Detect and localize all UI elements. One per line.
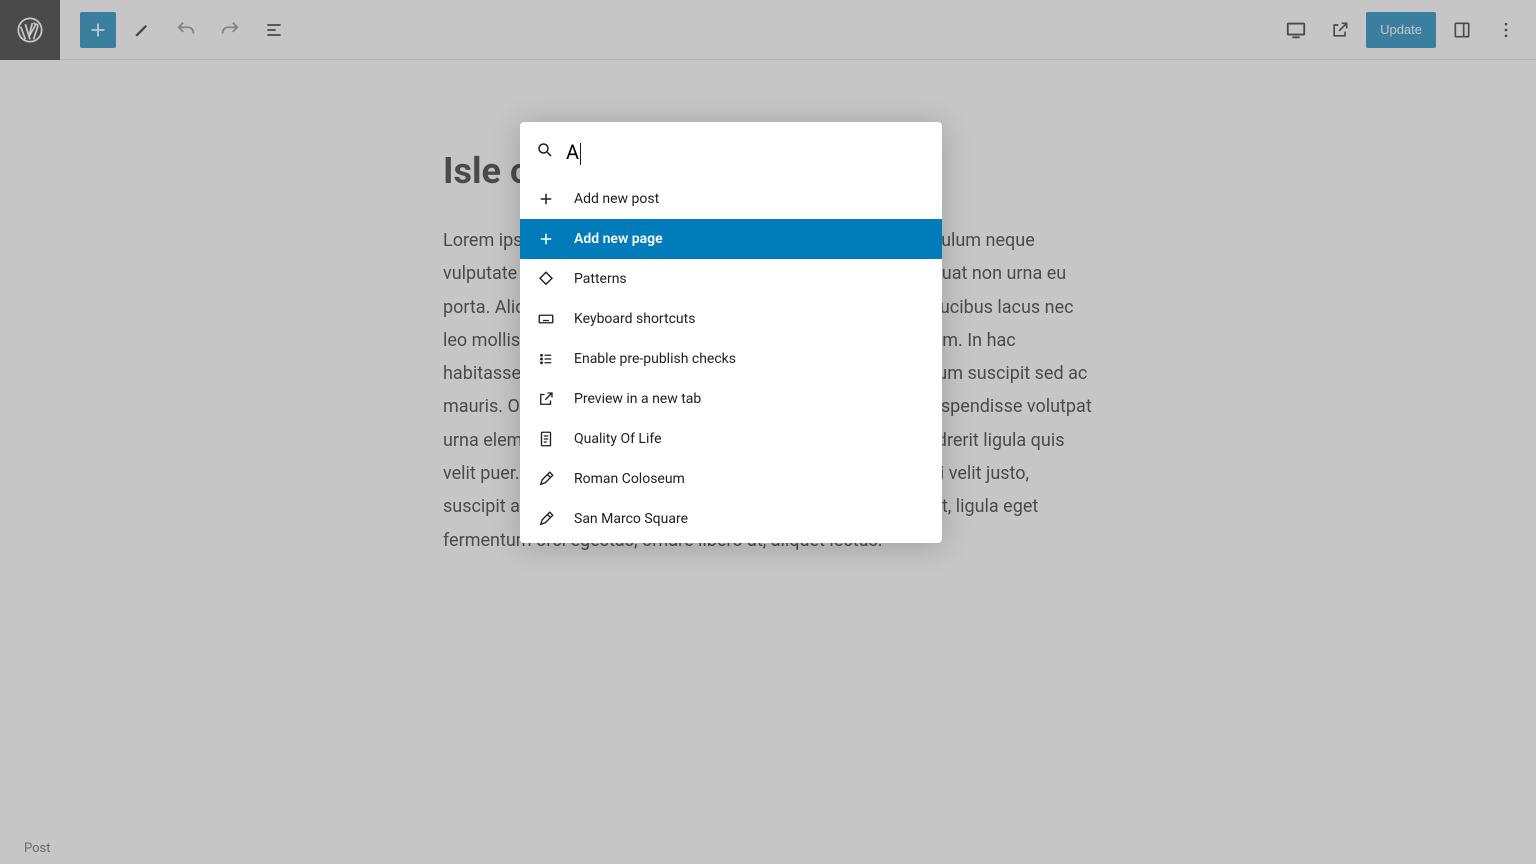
search-value-text: A <box>566 140 579 164</box>
external-icon <box>536 389 556 409</box>
preview-external-button[interactable] <box>1322 12 1358 48</box>
wordpress-logo[interactable] <box>0 0 60 60</box>
post-icon <box>536 509 556 529</box>
command-item-enable-pre-publish-checks[interactable]: Enable pre-publish checks <box>520 339 942 379</box>
command-item-label: Keyboard shortcuts <box>574 311 695 327</box>
command-item-add-new-page[interactable]: Add new page <box>520 219 942 259</box>
command-item-label: Quality Of Life <box>574 431 662 447</box>
post-icon <box>536 469 556 489</box>
tools-button[interactable] <box>124 12 160 48</box>
page-icon <box>536 429 556 449</box>
command-item-san-marco-square[interactable]: San Marco Square <box>520 499 942 539</box>
command-item-quality-of-life[interactable]: Quality Of Life <box>520 419 942 459</box>
keyboard-icon <box>536 309 556 329</box>
options-menu-button[interactable] <box>1488 12 1524 48</box>
command-item-label: Add new page <box>574 231 663 247</box>
update-button[interactable]: Update <box>1366 12 1436 48</box>
command-search-input[interactable]: A <box>566 140 926 165</box>
command-item-patterns[interactable]: Patterns <box>520 259 942 299</box>
command-item-roman-coloseum[interactable]: Roman Coloseum <box>520 459 942 499</box>
command-palette-search: A <box>520 126 942 179</box>
block-inserter-button[interactable] <box>80 12 116 48</box>
text-cursor <box>580 143 581 165</box>
command-item-label: Roman Coloseum <box>574 471 685 487</box>
checklist-icon <box>536 349 556 369</box>
plus-icon <box>536 189 556 209</box>
undo-button[interactable] <box>168 12 204 48</box>
command-item-label: Enable pre-publish checks <box>574 351 736 367</box>
breadcrumb-label: Post <box>24 841 51 856</box>
command-palette-results: Add new post Add new page Patterns Keyboard… <box>520 179 942 539</box>
toolbar-left-group <box>60 12 292 48</box>
command-palette: A Add new post Add new page Patterns Keyboa… <box>520 122 942 543</box>
block-breadcrumb[interactable]: Post <box>0 832 1536 864</box>
settings-sidebar-button[interactable] <box>1444 12 1480 48</box>
document-overview-button[interactable] <box>256 12 292 48</box>
toolbar-right-group: Update <box>1278 12 1536 48</box>
view-button[interactable] <box>1278 12 1314 48</box>
patterns-icon <box>536 269 556 289</box>
command-item-keyboard-shortcuts[interactable]: Keyboard shortcuts <box>520 299 942 339</box>
command-item-preview-in-a-new-tab[interactable]: Preview in a new tab <box>520 379 942 419</box>
command-item-add-new-post[interactable]: Add new post <box>520 179 942 219</box>
plus-icon <box>536 229 556 249</box>
command-item-label: Add new post <box>574 191 659 207</box>
search-icon <box>536 141 554 163</box>
editor-toolbar: Update <box>0 0 1536 60</box>
command-item-label: Preview in a new tab <box>574 391 701 407</box>
redo-button[interactable] <box>212 12 248 48</box>
command-item-label: Patterns <box>574 271 627 287</box>
command-item-label: San Marco Square <box>574 511 688 527</box>
